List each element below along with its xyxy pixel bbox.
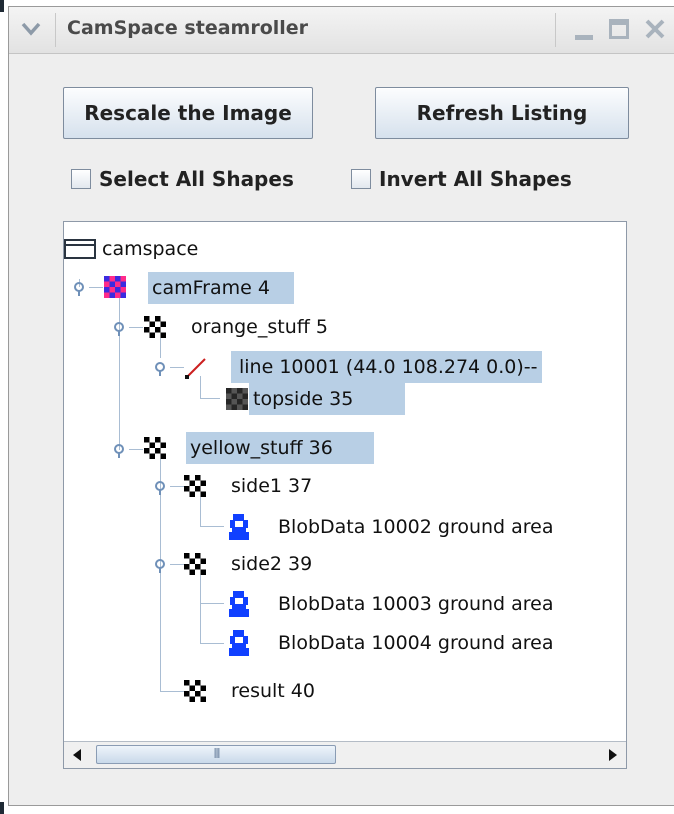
blob-icon [229, 591, 249, 617]
tree-node[interactable]: BlobData 10003 ground area [274, 588, 626, 620]
tree-node-label: orange_stuff 5 [191, 316, 328, 338]
tree-node-label: BlobData 10003 ground area [278, 593, 554, 615]
tree-line [200, 603, 224, 604]
chevron-down-icon[interactable] [21, 21, 41, 37]
tree-node-label: side1 37 [231, 475, 313, 497]
blob-icon [229, 514, 249, 540]
tree-line [200, 526, 224, 527]
folder-icon [64, 239, 96, 259]
tree-node[interactable]: side1 37 [227, 470, 316, 502]
shape-tree[interactable]: camspace camFrame 4 orange_stuff 5 line … [63, 221, 627, 769]
tree-line [200, 494, 201, 526]
scroll-left-button[interactable] [66, 742, 88, 768]
tree-node[interactable]: result 40 [227, 675, 319, 707]
scroll-right-icon[interactable] [608, 749, 618, 761]
tree-node-label: yellow_stuff 36 [186, 432, 374, 464]
invert-all-checkbox[interactable]: Invert All Shapes [351, 167, 572, 191]
checker-shape-icon [184, 553, 206, 575]
checkbox-box[interactable] [71, 169, 91, 189]
tree-node[interactable]: topside 35 [249, 383, 405, 415]
tree-node-label: topside 35 [249, 383, 405, 415]
tree-node[interactable]: side2 39 [227, 548, 316, 580]
tree-node[interactable]: line 10001 (44.0 108.274 0.0)-- [231, 351, 626, 383]
tree-line [200, 643, 224, 644]
expand-toggle-icon[interactable] [154, 360, 170, 376]
scroll-right-button[interactable] [602, 742, 624, 768]
tree-node[interactable]: camspace [98, 233, 202, 265]
tree-node[interactable]: orange_stuff 5 [187, 311, 332, 343]
select-all-label: Select All Shapes [99, 167, 294, 191]
refresh-button[interactable]: Refresh Listing [375, 87, 629, 139]
rescale-button[interactable]: Rescale the Image [63, 87, 313, 139]
tree-line [170, 564, 184, 565]
tree-line [170, 367, 184, 368]
expand-toggle-icon[interactable] [113, 320, 129, 336]
window-title: CamSpace steamroller [67, 17, 309, 39]
tree-line [200, 572, 201, 644]
checker-shape-icon [184, 680, 206, 702]
maximize-icon[interactable] [609, 19, 629, 39]
expand-toggle-icon[interactable] [113, 442, 129, 458]
tree-line [89, 287, 103, 288]
tree-line [129, 327, 143, 328]
window-corner-marker [0, 802, 4, 814]
expand-toggle-icon[interactable] [73, 280, 89, 296]
title-separator [555, 13, 556, 47]
tree-node-label: line 10001 (44.0 108.274 0.0)-- [231, 351, 542, 383]
tree-line [160, 338, 161, 358]
tree-node-label: BlobData 10002 ground area [278, 516, 554, 538]
line-shape-icon [185, 358, 206, 379]
title-separator [55, 13, 56, 47]
tree-node[interactable]: BlobData 10002 ground area [274, 511, 626, 543]
checker-shape-icon [144, 316, 166, 338]
expand-toggle-icon[interactable] [154, 557, 170, 573]
title-bar[interactable]: CamSpace steamroller [9, 7, 674, 54]
tree-node[interactable]: camFrame 4 [148, 272, 294, 304]
checkbox-box[interactable] [351, 169, 371, 189]
tree-node-label: camspace [102, 238, 199, 260]
tree-node[interactable]: BlobData 10004 ground area [274, 627, 626, 659]
tree-node[interactable]: yellow_stuff 36 [186, 432, 374, 464]
tree-node-label: BlobData 10004 ground area [278, 632, 554, 654]
checker-shape-icon [184, 475, 206, 497]
minimize-icon[interactable] [575, 35, 593, 41]
tree-node-label: side2 39 [231, 553, 313, 575]
tree-line [170, 486, 184, 487]
scrollbar-thumb[interactable]: III [96, 745, 336, 764]
tree-node-label: camFrame 4 [148, 272, 294, 304]
horizontal-scrollbar[interactable]: III [64, 741, 626, 768]
blob-icon [229, 630, 249, 656]
select-all-checkbox[interactable]: Select All Shapes [71, 167, 294, 191]
app-window: CamSpace steamroller Rescale the Image R… [8, 6, 674, 806]
close-icon[interactable] [645, 19, 665, 39]
scroll-left-icon[interactable] [72, 749, 82, 761]
tree-line [129, 449, 143, 450]
window-corner-marker [0, 0, 4, 12]
tree-line [160, 691, 184, 692]
tree-node-label: result 40 [231, 680, 315, 702]
checker-gray-icon [226, 388, 248, 410]
scrollbar-grip: III [213, 747, 221, 762]
invert-all-label: Invert All Shapes [379, 167, 572, 191]
expand-toggle-icon[interactable] [154, 479, 170, 495]
checker-red-blue-icon [104, 276, 126, 298]
checker-shape-icon [144, 437, 166, 459]
tree-line [200, 398, 220, 399]
